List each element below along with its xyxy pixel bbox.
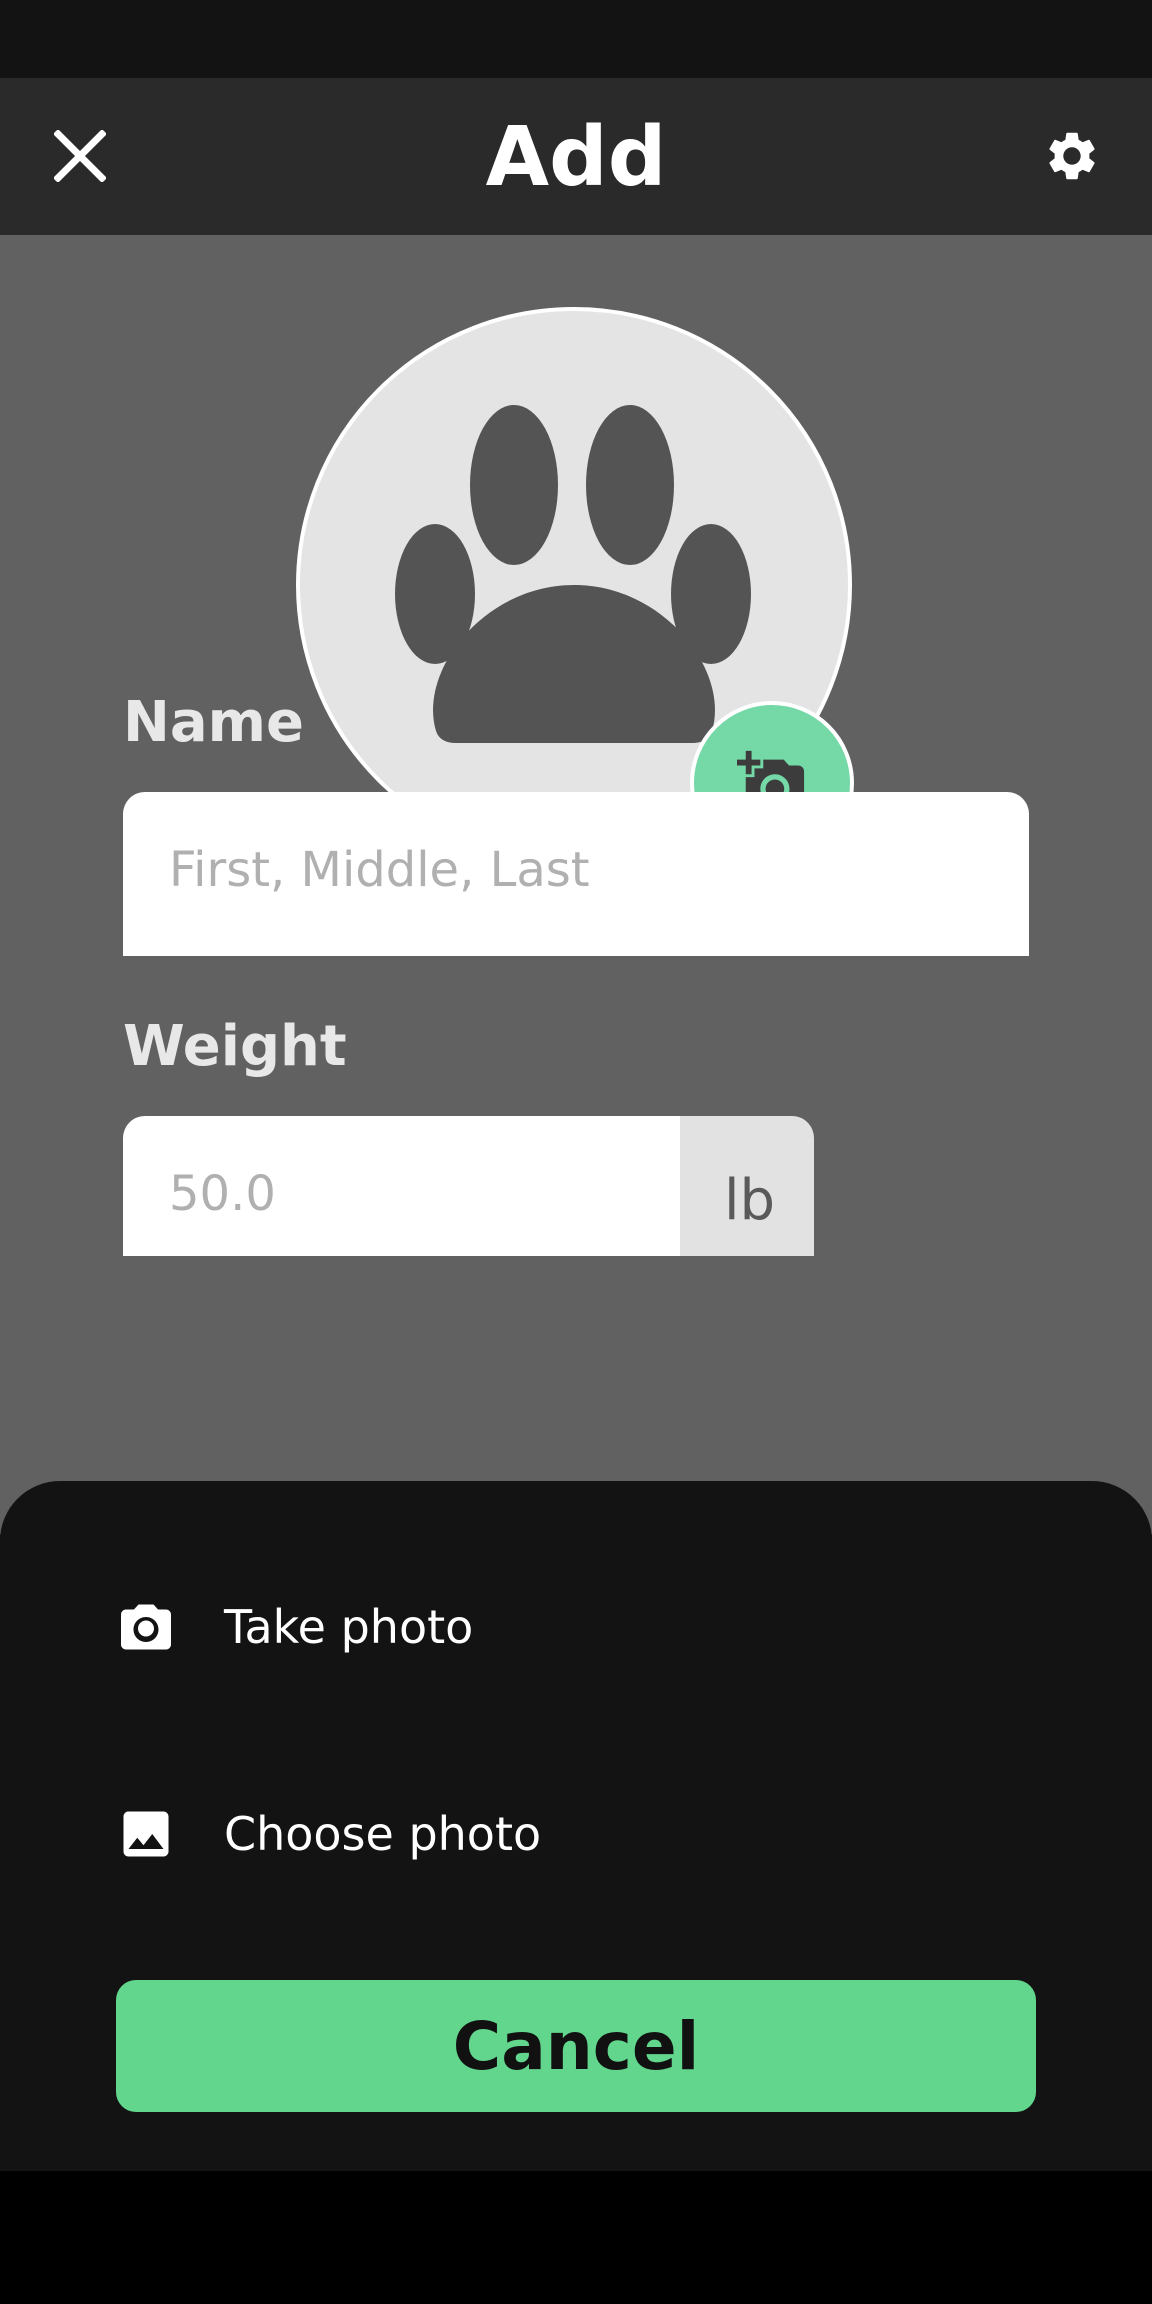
navigation-bar-area — [0, 2171, 1152, 2304]
weight-unit: lb — [680, 1116, 814, 1256]
weight-input[interactable]: 50.0 — [123, 1116, 680, 1256]
take-photo-option[interactable]: Take photo — [0, 1557, 1152, 1697]
take-photo-label: Take photo — [224, 1600, 474, 1654]
status-bar — [0, 0, 1152, 78]
cancel-label: Cancel — [452, 2007, 700, 2085]
weight-placeholder: 50.0 — [169, 1166, 276, 1222]
cancel-button[interactable]: Cancel — [116, 1980, 1036, 2112]
choose-photo-label: Choose photo — [224, 1807, 542, 1861]
name-label: Name — [123, 690, 304, 755]
gear-icon — [1049, 132, 1095, 180]
app-bar: Add — [0, 78, 1152, 235]
choose-photo-option[interactable]: Choose photo — [0, 1764, 1152, 1904]
weight-label: Weight — [123, 1014, 347, 1079]
page-title: Add — [485, 110, 667, 205]
settings-button[interactable] — [1032, 116, 1112, 196]
camera-icon — [121, 1604, 171, 1650]
name-placeholder: First, Middle, Last — [169, 842, 590, 898]
weight-unit-label: lb — [724, 1168, 776, 1233]
name-input[interactable]: First, Middle, Last — [123, 792, 1029, 956]
image-icon — [123, 1811, 169, 1857]
